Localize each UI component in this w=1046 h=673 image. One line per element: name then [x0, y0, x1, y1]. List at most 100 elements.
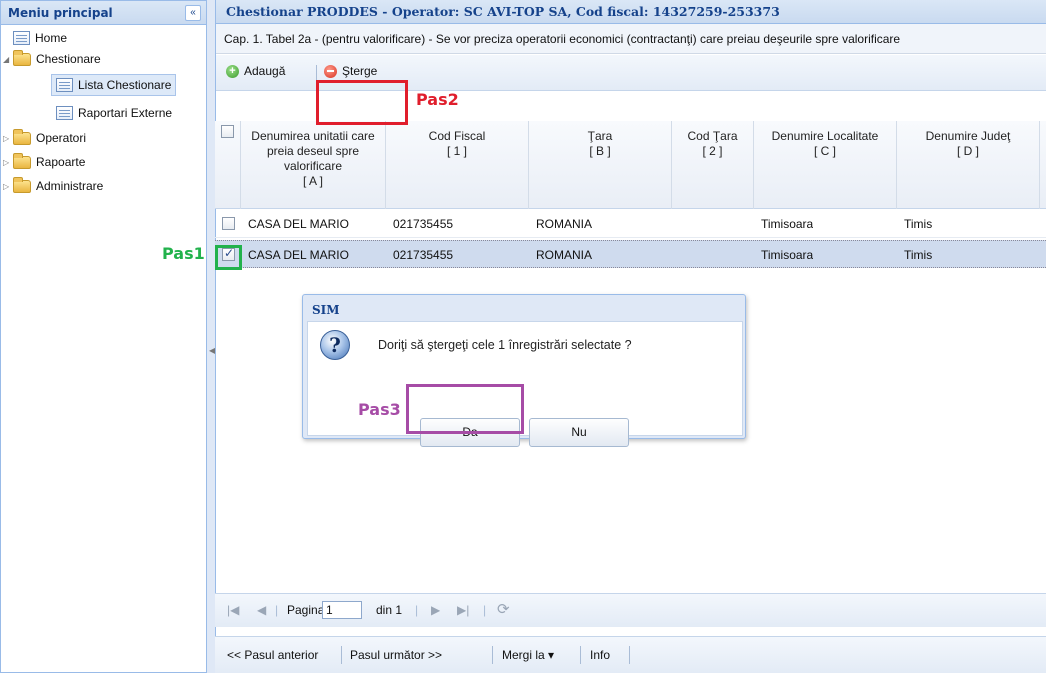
- page-icon: [13, 31, 30, 45]
- column-code: [ A ]: [302, 174, 323, 188]
- next-page-icon[interactable]: ▶: [431, 603, 440, 617]
- folder-icon: [13, 176, 31, 193]
- column-header-localitate[interactable]: Denumire Localitate [ C ]: [754, 121, 897, 209]
- nav-separator: [341, 646, 342, 664]
- table-row[interactable]: CASA DEL MARIO 021735455 ROMANIA Timisoa…: [215, 210, 1046, 238]
- column-title: Denumirea unitatii care preia deseul spr…: [251, 129, 375, 173]
- page-icon: [56, 78, 73, 92]
- sidebar-item-label: Administrare: [36, 179, 104, 193]
- cell-judet: Timis: [904, 217, 933, 231]
- dialog-message: Doriţi să ştergeţi cele 1 înregistrări s…: [378, 338, 632, 352]
- cell-cod-fiscal: 021735455: [393, 248, 454, 262]
- sidebar-item-label: Operatori: [36, 131, 87, 145]
- collapsed-arrow-icon[interactable]: ▷: [3, 182, 13, 191]
- column-header-cod-tara[interactable]: Cod Ţara [ 2 ]: [672, 121, 754, 209]
- pager-separator: |: [415, 603, 419, 617]
- step1-label: Pas1: [162, 244, 205, 263]
- page-label: Pagina: [287, 603, 325, 617]
- column-code: [ 1 ]: [446, 144, 467, 158]
- goto-menu-button[interactable]: Mergi la ▾: [502, 648, 554, 662]
- prev-page-icon[interactable]: ◀: [257, 603, 266, 617]
- table-description: Cap. 1. Tabel 2a - (pentru valorificare)…: [216, 24, 1046, 54]
- cell-denumire: CASA DEL MARIO: [248, 248, 349, 262]
- column-code: [ B ]: [589, 144, 611, 158]
- sidebar-item-label: Home: [35, 31, 68, 45]
- cell-denumire: CASA DEL MARIO: [248, 217, 349, 231]
- table-row-selected[interactable]: CASA DEL MARIO 021735455 ROMANIA Timisoa…: [215, 240, 1046, 268]
- cell-cod-tara: [672, 210, 679, 238]
- page-count-label: din 1: [376, 603, 403, 617]
- column-title: Cod Ţara: [687, 129, 738, 143]
- add-button[interactable]: + Adaugă: [226, 64, 285, 78]
- select-all-checkbox[interactable]: [221, 125, 234, 138]
- folder-icon: [13, 128, 31, 145]
- nav-separator: [629, 646, 630, 664]
- column-header-cod-fiscal[interactable]: Cod Fiscal [ 1 ]: [386, 121, 529, 209]
- column-title: Denumire Localitate: [771, 129, 879, 143]
- page-title: Chestionar PRODDES - Operator: SC AVI-TO…: [216, 0, 1046, 24]
- sidebar-item-label: Raportari Externe: [78, 106, 173, 120]
- first-page-icon[interactable]: |◀: [227, 603, 239, 617]
- refresh-icon[interactable]: ⟳: [497, 600, 510, 618]
- previous-step-button[interactable]: << Pasul anterior: [227, 648, 318, 662]
- add-button-label: Adaugă: [244, 64, 286, 78]
- pager-separator: |: [275, 603, 279, 617]
- expanded-arrow-icon[interactable]: ◢: [3, 55, 13, 64]
- cell-tara: ROMANIA: [536, 217, 593, 231]
- column-code: [ D ]: [956, 144, 979, 158]
- pager-separator: |: [483, 603, 487, 617]
- info-button[interactable]: Info: [590, 648, 610, 662]
- sidebar-item-lista-chestionare[interactable]: Lista Chestionare: [51, 74, 177, 96]
- collapsed-arrow-icon[interactable]: ▷: [3, 134, 13, 143]
- sidebar-item-home[interactable]: Home: [13, 28, 67, 48]
- column-code: [ C ]: [813, 144, 836, 158]
- sidebar-item-operatori[interactable]: ▷ Operatori: [3, 128, 86, 148]
- column-title: Ţara: [587, 129, 613, 143]
- pagination-toolbar: |◀ ◀ | Pagina 1 din 1 | ▶ ▶| | ⟳: [215, 593, 1046, 627]
- no-button[interactable]: Nu: [529, 418, 629, 447]
- cell-localitate: Timisoara: [761, 217, 814, 231]
- sidebar-item-label: Chestionare: [36, 52, 101, 66]
- cell-cod-fiscal: 021735455: [393, 217, 454, 231]
- cell-tara: ROMANIA: [536, 248, 593, 262]
- folder-icon: [13, 49, 31, 66]
- page-number-input[interactable]: 1: [322, 601, 362, 619]
- sidebar-item-chestionare[interactable]: ◢ Chestionare: [3, 49, 101, 69]
- column-header-tara[interactable]: Ţara [ B ]: [529, 121, 672, 209]
- question-icon: ?: [320, 330, 350, 360]
- cell-cod-tara: [672, 241, 679, 269]
- column-header-judet[interactable]: Denumire Judeţ [ D ]: [897, 121, 1040, 209]
- nav-separator: [492, 646, 493, 664]
- cell-judet: Timis: [904, 248, 933, 262]
- last-page-icon[interactable]: ▶|: [457, 603, 469, 617]
- collapsed-arrow-icon[interactable]: ▷: [3, 158, 13, 167]
- row-checkbox[interactable]: [222, 217, 235, 230]
- step2-label: Pas2: [416, 90, 459, 109]
- grid-header: Denumirea unitatii care preia deseul spr…: [215, 121, 1046, 209]
- step2-highlight: [316, 80, 408, 125]
- sidebar-item-rapoarte[interactable]: ▷ Rapoarte: [3, 152, 85, 172]
- sidebar-item-raportari-externe[interactable]: Raportari Externe: [56, 103, 172, 123]
- sidebar-item-administrare[interactable]: ▷ Administrare: [3, 176, 103, 196]
- column-title: Cod Fiscal: [428, 129, 486, 143]
- step-navigation-bar: << Pasul anterior Pasul următor >> Mergi…: [215, 636, 1046, 673]
- step3-highlight: [406, 384, 524, 434]
- add-icon: +: [226, 64, 239, 78]
- main-menu-title: Meniu principal: [1, 1, 206, 25]
- delete-button-label: Şterge: [342, 64, 378, 78]
- step1-highlight: [215, 245, 242, 270]
- sidebar-item-label: Lista Chestionare: [78, 78, 172, 92]
- nav-separator: [580, 646, 581, 664]
- main-menu-panel: Meniu principal « Home ◢ Chestionare Lis…: [0, 0, 207, 673]
- column-header-denumire[interactable]: Denumirea unitatii care preia deseul spr…: [241, 121, 386, 209]
- select-all-column: [215, 121, 241, 209]
- column-title: Denumire Judeţ: [925, 129, 1011, 143]
- collapse-menu-button[interactable]: «: [185, 5, 201, 21]
- column-code: [ 2 ]: [702, 144, 723, 158]
- folder-icon: [13, 152, 31, 169]
- delete-button[interactable]: Şterge: [324, 64, 377, 78]
- sidebar-item-label: Rapoarte: [36, 155, 86, 169]
- next-step-button[interactable]: Pasul următor >>: [350, 648, 442, 662]
- page-icon: [56, 106, 73, 120]
- panel-splitter[interactable]: [207, 0, 215, 673]
